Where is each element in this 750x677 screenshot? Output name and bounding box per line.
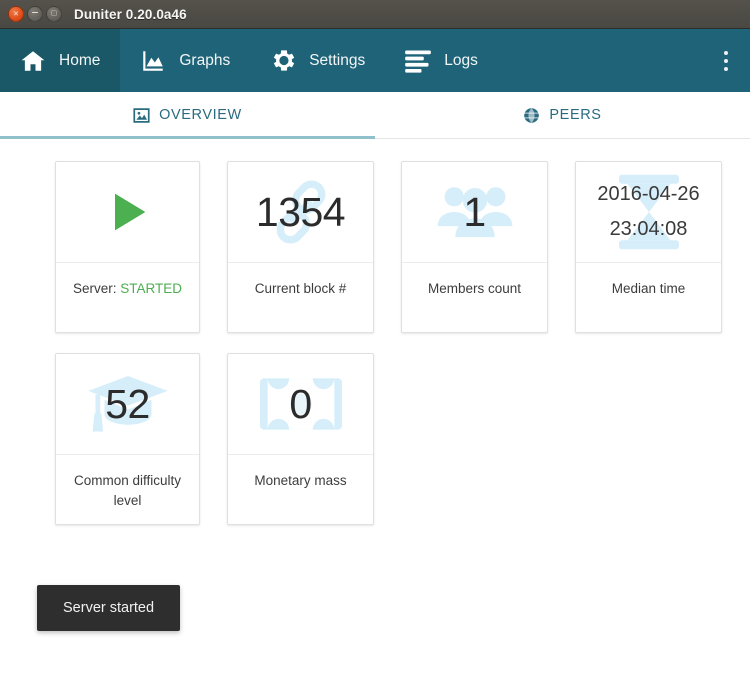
toast-message: Server started bbox=[63, 600, 155, 616]
nav-item-home[interactable]: Home bbox=[0, 29, 121, 92]
card-value-difficulty-level: 52 bbox=[105, 380, 150, 427]
overflow-dot bbox=[724, 50, 728, 55]
status-badge: STARTED bbox=[120, 281, 183, 296]
tab-label-peers: PEERS bbox=[549, 107, 602, 123]
nav-item-graphs[interactable]: Graphs bbox=[120, 29, 250, 92]
card-row-2: 52 Common difficulty level 0 Monetary ma… bbox=[55, 353, 750, 525]
navbar-spacer bbox=[498, 29, 702, 92]
home-icon bbox=[18, 46, 48, 76]
card-caption: Common difficulty level bbox=[56, 455, 199, 524]
minimize-icon[interactable]: − bbox=[27, 6, 43, 22]
tab-overview[interactable]: OVERVIEW bbox=[0, 92, 375, 139]
card-value-current-block: 1354 bbox=[255, 188, 346, 235]
overflow-dot bbox=[724, 66, 728, 71]
card-label-members-count: Members count bbox=[427, 281, 522, 296]
window-titlebar: × − □ Duniter 0.20.0a46 bbox=[0, 0, 750, 29]
overflow-menu-icon[interactable] bbox=[702, 29, 750, 92]
nav-label-graphs: Graphs bbox=[179, 51, 231, 69]
nav-label-home: Home bbox=[59, 51, 101, 69]
card-monetary-mass: 0 Monetary mass bbox=[227, 353, 374, 525]
server-label: Server: bbox=[72, 281, 117, 296]
card-current-block: 1354 Current block # bbox=[227, 161, 374, 333]
overflow-dot bbox=[724, 58, 728, 63]
list-icon bbox=[403, 46, 433, 76]
close-glyph: × bbox=[13, 8, 19, 18]
card-members-count: 1 Members count bbox=[401, 161, 548, 333]
card-value-members-count: 1 bbox=[463, 188, 486, 235]
close-icon[interactable]: × bbox=[8, 6, 24, 22]
median-time-date: 2016-04-26 bbox=[597, 183, 700, 205]
card-figure bbox=[56, 162, 199, 263]
window-controls: × − □ bbox=[8, 6, 62, 22]
gear-icon bbox=[268, 46, 298, 76]
card-label-monetary-mass: Monetary mass bbox=[254, 473, 347, 488]
nav-item-settings[interactable]: Settings bbox=[250, 29, 385, 92]
nav-item-logs[interactable]: Logs bbox=[385, 29, 498, 92]
play-icon bbox=[102, 186, 154, 238]
card-caption: Current block # bbox=[228, 263, 373, 332]
card-label-difficulty-level: Common difficulty level bbox=[73, 473, 182, 508]
toast-notification: Server started bbox=[37, 585, 181, 631]
card-caption: Members count bbox=[402, 263, 547, 332]
card-difficulty-level: 52 Common difficulty level bbox=[55, 353, 200, 525]
chart-icon bbox=[138, 46, 168, 76]
card-median-time: 2016-04-26 23:04:08 Median time bbox=[575, 161, 722, 333]
card-label-median-time: Median time bbox=[611, 281, 686, 296]
tab-peers[interactable]: PEERS bbox=[375, 92, 750, 138]
card-value-median-time: 2016-04-26 23:04:08 bbox=[597, 177, 699, 247]
card-row-1: Server: STARTED 1354 Current block # 1 M… bbox=[55, 161, 750, 333]
card-figure: 0 bbox=[228, 354, 373, 455]
tab-bar: OVERVIEW PEERS bbox=[0, 92, 750, 139]
card-caption: Monetary mass bbox=[228, 455, 373, 524]
minimize-glyph: − bbox=[31, 5, 39, 19]
nav-label-settings: Settings bbox=[309, 51, 366, 69]
card-figure: 1354 bbox=[228, 162, 373, 263]
overview-panel: Server: STARTED 1354 Current block # 1 M… bbox=[0, 139, 750, 525]
card-value-monetary-mass: 0 bbox=[289, 380, 312, 427]
median-time-clock: 23:04:08 bbox=[609, 218, 688, 240]
card-figure: 52 bbox=[56, 354, 199, 455]
tab-label-overview: OVERVIEW bbox=[159, 107, 242, 123]
card-label-current-block: Current block # bbox=[254, 281, 347, 296]
card-caption: Median time bbox=[576, 263, 721, 332]
maximize-glyph: □ bbox=[51, 8, 57, 18]
card-figure: 2016-04-26 23:04:08 bbox=[576, 162, 721, 263]
nav-label-logs: Logs bbox=[444, 51, 478, 69]
card-server-status: Server: STARTED bbox=[55, 161, 200, 333]
globe-icon bbox=[523, 107, 540, 124]
window-title: Duniter 0.20.0a46 bbox=[74, 6, 187, 22]
card-caption: Server: STARTED bbox=[56, 263, 199, 332]
main-navbar: Home Graphs Settings Logs bbox=[0, 29, 750, 92]
image-icon bbox=[133, 107, 150, 124]
card-figure: 1 bbox=[402, 162, 547, 263]
maximize-icon[interactable]: □ bbox=[46, 6, 62, 22]
